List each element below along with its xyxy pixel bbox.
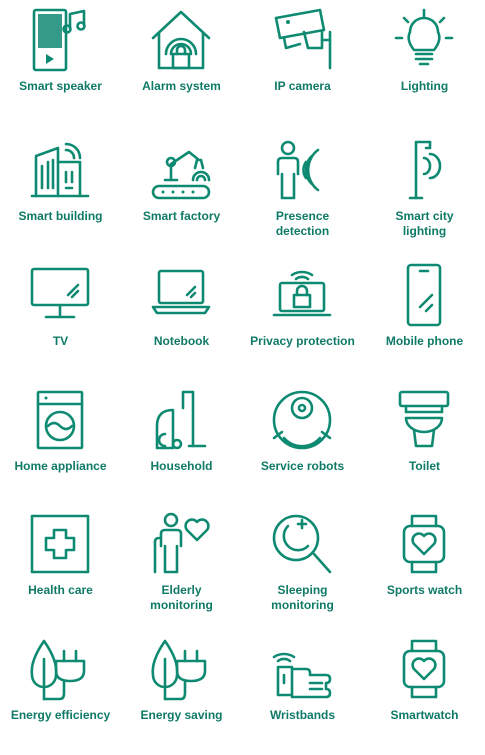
icon-label: Smart speaker	[19, 79, 102, 93]
icon-label: Household	[150, 459, 213, 473]
icon-label: Service robots	[260, 459, 345, 473]
iot-icon-grid: Smart speaker Alarm system IP camera Lighti…	[0, 0, 485, 728]
toilet-icon	[398, 390, 450, 448]
tile-smart-factory: Smart factory	[121, 132, 242, 256]
tile-wristbands: Wristbands	[242, 631, 363, 755]
icon-label: IP camera	[274, 79, 331, 93]
sleeping-monitoring-icon	[272, 514, 332, 574]
tile-sports-watch: Sports watch	[364, 506, 485, 630]
icon-label: Health care	[28, 583, 93, 597]
tile-notebook: Notebook	[121, 257, 242, 381]
tile-sleeping-monitoring: Sleeping monitoring	[242, 506, 363, 630]
icon-label: Smart factory	[142, 209, 221, 223]
lighting-icon	[394, 8, 454, 66]
smart-building-icon	[30, 142, 90, 198]
smart-speaker-icon	[32, 8, 86, 72]
tile-service-robots: Service robots	[242, 382, 363, 506]
service-robots-icon	[272, 390, 332, 450]
icon-label: Lighting	[400, 79, 449, 93]
icon-label: Alarm system	[142, 79, 221, 93]
icon-label: Smart city lighting	[395, 209, 454, 238]
tile-ip-camera: IP camera	[242, 2, 363, 126]
icon-label: Sports watch	[386, 583, 463, 597]
tile-toilet: Toilet	[364, 382, 485, 506]
icon-label: Presence detection	[275, 209, 330, 238]
icon-label: Sleeping monitoring	[271, 583, 334, 612]
tile-presence-detection: Presence detection	[242, 132, 363, 256]
tile-mobile-phone: Mobile phone	[364, 257, 485, 381]
ip-camera-icon	[274, 8, 332, 70]
tile-household: Household	[121, 382, 242, 506]
privacy-protection-icon	[272, 270, 332, 317]
icon-label: TV	[52, 334, 69, 348]
tile-elderly-monitoring: Elderly monitoring	[121, 506, 242, 630]
elderly-monitoring-icon	[153, 512, 210, 574]
icon-label: Mobile phone	[385, 334, 464, 348]
energy-efficiency-icon	[30, 639, 86, 701]
icon-label: Smartwatch	[390, 708, 459, 722]
icon-label: Toilet	[408, 459, 441, 473]
icon-label: Energy efficiency	[10, 708, 111, 722]
alarm-system-icon	[151, 10, 211, 70]
icon-label: Energy saving	[140, 708, 223, 722]
tile-smartwatch: Smartwatch	[364, 631, 485, 755]
smart-city-lighting-icon	[408, 140, 442, 200]
icon-label: Smart building	[18, 209, 103, 223]
tile-tv: TV	[0, 257, 121, 381]
tile-smart-city-lighting: Smart city lighting	[364, 132, 485, 256]
tile-home-appliance: Home appliance	[0, 382, 121, 506]
health-care-icon	[30, 514, 90, 574]
tile-health-care: Health care	[0, 506, 121, 630]
home-appliance-icon	[36, 390, 84, 450]
tile-privacy-protection: Privacy protection	[242, 257, 363, 381]
tile-smart-speaker: Smart speaker	[0, 2, 121, 126]
mobile-phone-icon	[406, 263, 442, 327]
wristbands-icon	[272, 652, 332, 699]
notebook-icon	[151, 269, 211, 315]
icon-label: Notebook	[153, 334, 210, 348]
icon-label: Home appliance	[14, 459, 107, 473]
energy-saving-icon	[151, 639, 207, 701]
presence-detection-icon	[276, 140, 320, 200]
smartwatch-icon	[402, 639, 446, 699]
icon-label: Elderly monitoring	[150, 583, 213, 612]
household-icon	[155, 390, 207, 450]
tile-alarm-system: Alarm system	[121, 2, 242, 126]
tile-energy-saving: Energy saving	[121, 631, 242, 755]
sports-watch-icon	[402, 514, 446, 574]
tile-smart-building: Smart building	[0, 132, 121, 256]
icon-label: Privacy protection	[250, 334, 355, 348]
tv-icon	[30, 267, 90, 319]
tile-lighting: Lighting	[364, 2, 485, 126]
smart-factory-icon	[151, 150, 211, 200]
icon-label: Wristbands	[269, 708, 336, 722]
tile-energy-efficiency: Energy efficiency	[0, 631, 121, 755]
